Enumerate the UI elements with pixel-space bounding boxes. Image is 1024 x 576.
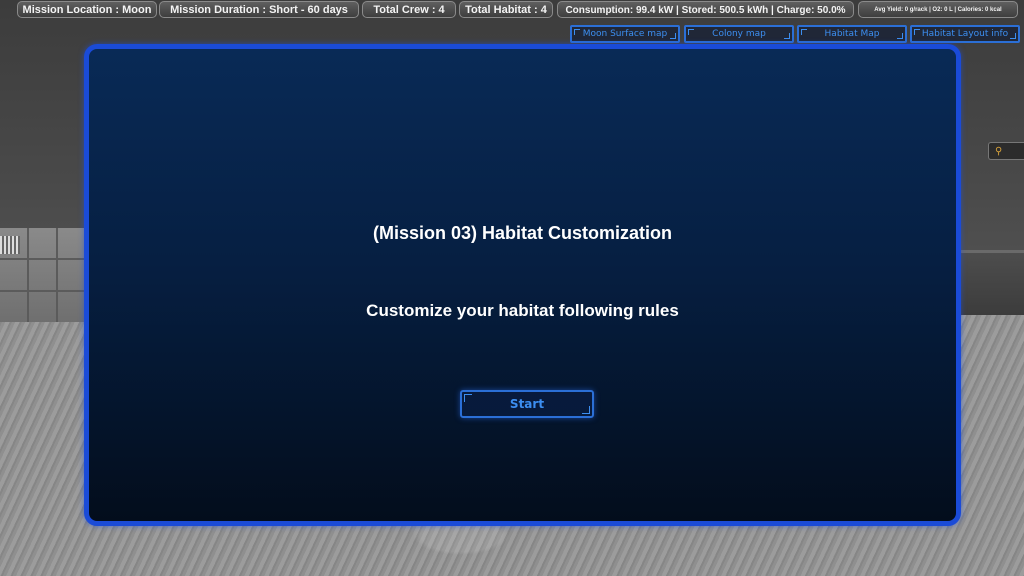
modal-subtitle: Customize your habitat following rules: [366, 301, 679, 320]
search-icon: ⚲: [995, 146, 1003, 157]
habitat-module-right: [958, 250, 1024, 315]
side-tool-widget[interactable]: ⚲: [988, 142, 1024, 160]
corner-decoration: [801, 29, 807, 35]
total-crew-badge: Total Crew : 4: [362, 1, 456, 18]
colony-map-label: Colony map: [712, 29, 766, 39]
status-bar: Mission Location : Moon Mission Duration…: [0, 0, 1024, 20]
moon-surface-map-button[interactable]: Moon Surface map: [570, 25, 680, 43]
corner-decoration: [688, 29, 694, 35]
habitat-layout-info-label: Habitat Layout info: [921, 29, 1009, 39]
power-status-badge: Consumption: 99.4 kW | Stored: 500.5 kWh…: [557, 1, 854, 18]
start-button-label: Start: [509, 397, 545, 411]
mission-intro-modal: (Mission 03) Habitat Customization Custo…: [84, 44, 961, 526]
corner-decoration: [897, 33, 903, 39]
corner-decoration: [464, 394, 472, 402]
habitat-map-button[interactable]: Habitat Map: [797, 25, 907, 43]
colony-map-button[interactable]: Colony map: [684, 25, 794, 43]
modal-title: (Mission 03) Habitat Customization: [372, 223, 673, 243]
moon-surface-map-label: Moon Surface map: [582, 29, 668, 39]
mission-location-badge: Mission Location : Moon: [17, 1, 157, 18]
vent-grille: [0, 236, 20, 254]
corner-decoration: [670, 33, 676, 39]
corner-decoration: [784, 33, 790, 39]
habitat-module-left: [0, 228, 84, 322]
start-button[interactable]: Start: [460, 390, 594, 418]
habitat-map-label: Habitat Map: [824, 29, 880, 39]
corner-decoration: [1010, 33, 1016, 39]
corner-decoration: [574, 29, 580, 35]
corner-decoration: [582, 406, 590, 414]
total-habitat-badge: Total Habitat : 4: [459, 1, 553, 18]
habitat-layout-info-button[interactable]: Habitat Layout info: [910, 25, 1020, 43]
mission-duration-badge: Mission Duration : Short - 60 days: [159, 1, 359, 18]
resource-status-badge: Avg Yield: 0 g/rack | O2: 0 L | Calories…: [858, 1, 1018, 18]
corner-decoration: [914, 29, 920, 35]
